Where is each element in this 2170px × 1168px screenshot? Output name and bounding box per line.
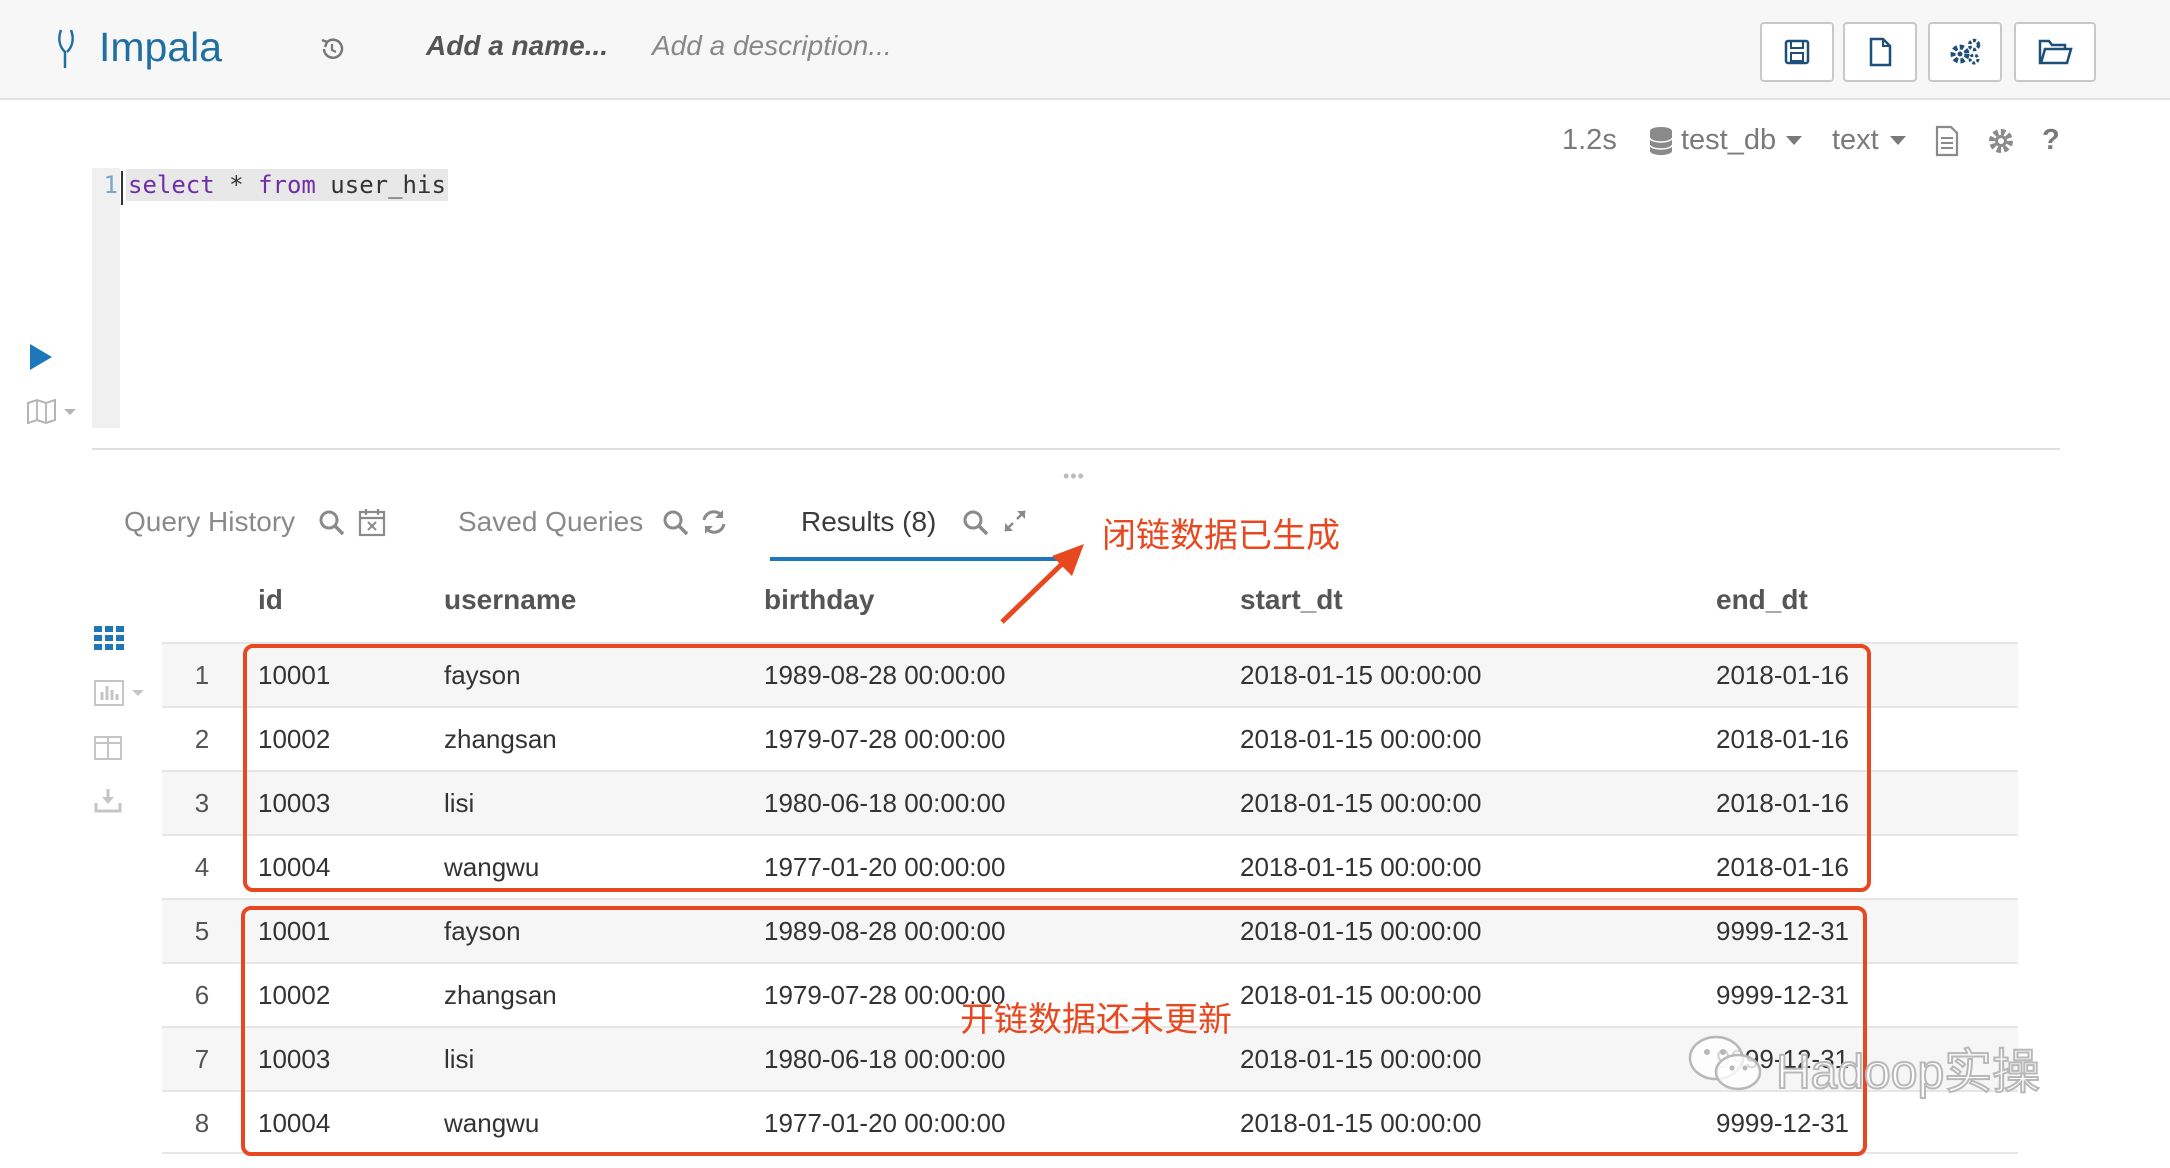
closed-chain-annotation: 闭链数据已生成	[1102, 517, 1340, 555]
row-number: 1	[194, 660, 210, 690]
column-header-birthday[interactable]: birthday	[764, 584, 874, 616]
search-icon[interactable]	[662, 509, 690, 537]
execution-time: 1.2s	[1562, 124, 1617, 156]
impala-logo-icon	[58, 29, 74, 68]
row-number: 6	[194, 980, 210, 1010]
query-name-input[interactable]: Add a name...	[426, 30, 608, 62]
chart-view-icon[interactable]	[94, 680, 146, 706]
editor-divider	[92, 448, 2060, 450]
search-icon[interactable]	[962, 509, 990, 537]
settings-button[interactable]	[1928, 22, 2002, 82]
resize-handle-icon[interactable]: •••	[1063, 466, 1085, 487]
row-number: 4	[194, 852, 210, 882]
gear-icon[interactable]	[1986, 126, 2016, 156]
editor-gutter	[92, 168, 120, 428]
app-title[interactable]: Impala	[99, 24, 222, 71]
expand-icon[interactable]	[1001, 507, 1029, 535]
database-icon	[1649, 127, 1673, 155]
row-number: 7	[194, 1044, 210, 1074]
download-icon[interactable]	[94, 787, 122, 813]
sql-star: *	[214, 171, 259, 199]
history-icon[interactable]	[318, 35, 346, 63]
gears-icon	[1950, 38, 1981, 65]
column-header-end-dt[interactable]: end_dt	[1716, 584, 1808, 616]
tab-query-history[interactable]: Query History	[124, 506, 295, 538]
open-folder-button[interactable]	[2014, 22, 2096, 82]
tab-results[interactable]: Results (8)	[801, 506, 936, 538]
columns-view-icon[interactable]	[94, 736, 122, 760]
query-description-input[interactable]: Add a description...	[652, 30, 892, 62]
format-caret-icon[interactable]	[1890, 136, 1906, 145]
new-document-icon	[1869, 37, 1892, 67]
watermark-text: Hadoop实操	[1775, 1045, 2041, 1100]
wechat-logo-icon	[1688, 1035, 1762, 1091]
grid-view-icon[interactable]	[94, 626, 124, 650]
help-icon[interactable]: ?	[2042, 124, 2060, 157]
save-button[interactable]	[1760, 22, 1834, 82]
sql-keyword-select: select	[128, 171, 215, 199]
sql-editor-line[interactable]: select * from user_his	[126, 169, 448, 201]
column-header-id[interactable]: id	[258, 584, 283, 616]
closed-chain-highlight-box	[243, 644, 1871, 892]
search-icon[interactable]	[318, 509, 346, 537]
format-selector[interactable]: text	[1832, 124, 1879, 157]
annotation-arrow-icon	[1000, 544, 1084, 624]
database-selector[interactable]: test_db	[1681, 124, 1776, 157]
calendar-clear-icon[interactable]	[358, 507, 386, 537]
new-document-button[interactable]	[1843, 22, 1917, 82]
sql-keyword-from: from	[258, 171, 316, 199]
row-number: 5	[194, 916, 210, 946]
save-icon	[1784, 39, 1810, 65]
line-number: 1	[103, 171, 118, 199]
row-number: 8	[194, 1108, 210, 1138]
row-number: 3	[194, 788, 210, 818]
sql-table-name: user_his	[315, 171, 446, 199]
column-header-start-dt[interactable]: start_dt	[1240, 584, 1343, 616]
folder-open-icon	[2038, 39, 2073, 65]
row-number: 2	[194, 724, 210, 754]
editor-cursor	[121, 171, 123, 205]
document-icon[interactable]	[1934, 125, 1960, 157]
column-header-username[interactable]: username	[444, 584, 576, 616]
open-chain-annotation: 开链数据还未更新	[960, 1001, 1232, 1039]
refresh-icon[interactable]	[700, 508, 728, 536]
tab-saved-queries[interactable]: Saved Queries	[458, 506, 643, 538]
run-query-button[interactable]	[30, 344, 52, 370]
database-caret-icon[interactable]	[1786, 136, 1802, 145]
map-icon[interactable]	[26, 398, 82, 424]
